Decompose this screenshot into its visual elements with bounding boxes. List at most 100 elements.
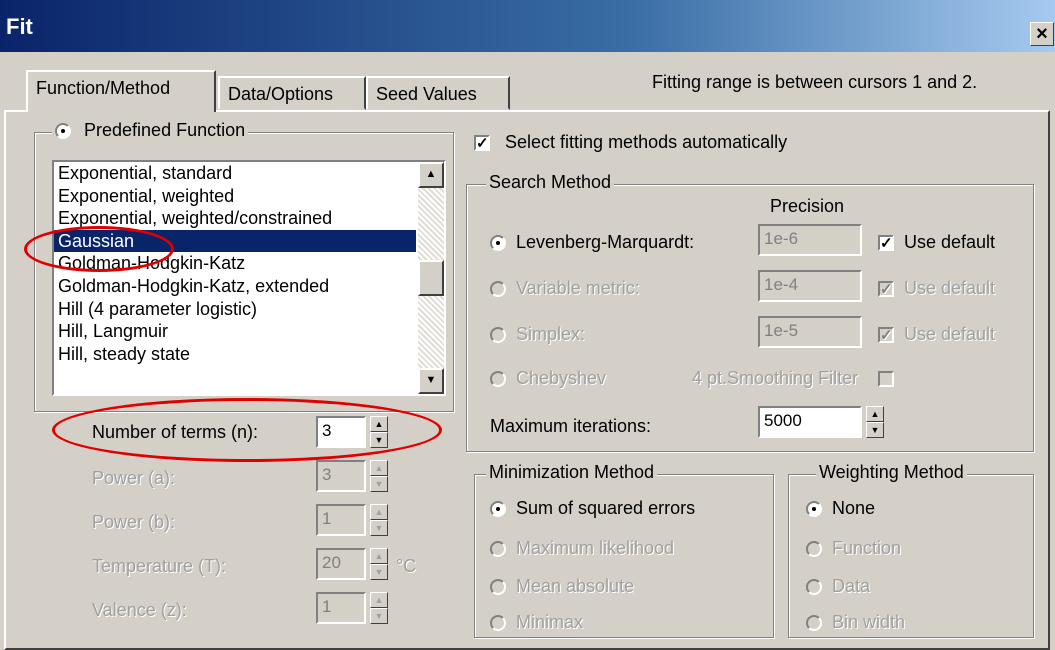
- tab-seed-values[interactable]: Seed Values: [366, 76, 510, 110]
- down-icon[interactable]: ▼: [370, 476, 388, 492]
- none-label: None: [832, 498, 876, 518]
- simplex-radio[interactable]: [490, 327, 506, 344]
- valence-input[interactable]: 1: [316, 592, 366, 624]
- min-option-sse[interactable]: Sum of squared errors: [490, 498, 695, 519]
- precision-header: Precision: [770, 196, 845, 216]
- list-item-selected[interactable]: Gaussian: [54, 229, 416, 253]
- chebyshev-radio[interactable]: [490, 371, 506, 388]
- chebyshev-option[interactable]: Chebyshev: [490, 368, 606, 389]
- auto-select-option[interactable]: ✓ Select fitting methods automatically: [474, 132, 787, 153]
- list-item[interactable]: Goldman-Hodgkin-Katz, extended: [54, 275, 416, 298]
- auto-select-label: Select fitting methods automatically: [505, 132, 788, 152]
- none-radio[interactable]: [806, 501, 822, 518]
- weight-option-function[interactable]: Function: [806, 538, 901, 559]
- window-title: Fit: [6, 14, 33, 39]
- likelihood-label: Maximum likelihood: [516, 538, 675, 558]
- tab-function-method[interactable]: Function/Method: [26, 70, 216, 112]
- lm-radio[interactable]: [490, 235, 506, 252]
- smoothing-filter-option[interactable]: [878, 368, 894, 389]
- auto-select-checkbox[interactable]: ✓: [474, 135, 490, 152]
- vm-label: Variable metric:: [516, 278, 640, 298]
- simplex-default-checkbox[interactable]: ✓: [878, 327, 894, 344]
- down-icon[interactable]: ▼: [370, 432, 388, 448]
- up-icon[interactable]: ▲: [370, 416, 388, 432]
- lm-option[interactable]: Levenberg-Marquardt:: [490, 232, 694, 253]
- scroll-down-icon[interactable]: ▼: [418, 368, 444, 394]
- temperature-stepper[interactable]: ▲ ▼: [370, 548, 388, 580]
- power-b-stepper[interactable]: ▲ ▼: [370, 504, 388, 536]
- likelihood-radio[interactable]: [490, 541, 506, 558]
- list-scrollbar[interactable]: ▲ ▼: [418, 162, 444, 394]
- mean-absolute-label: Mean absolute: [516, 576, 635, 596]
- lm-precision-input[interactable]: 1e-6: [758, 224, 862, 256]
- terms-stepper[interactable]: ▲ ▼: [370, 416, 388, 448]
- up-icon[interactable]: ▲: [866, 406, 884, 422]
- mean-absolute-radio[interactable]: [490, 579, 506, 596]
- function-list[interactable]: Exponential, standard Exponential, weigh…: [52, 160, 446, 396]
- lm-use-default[interactable]: ✓ Use default: [878, 232, 995, 253]
- vm-precision-input[interactable]: 1e-4: [758, 270, 862, 302]
- search-method-group: [466, 184, 1034, 452]
- valence-stepper[interactable]: ▲ ▼: [370, 592, 388, 624]
- list-item[interactable]: Exponential, weighted/constrained: [54, 207, 416, 230]
- temperature-unit: °C: [396, 556, 417, 576]
- lm-default-label: Use default: [904, 232, 996, 252]
- simplex-precision-input[interactable]: 1e-5: [758, 316, 862, 348]
- list-item[interactable]: Hill, Langmuir: [54, 320, 416, 343]
- scroll-up-icon[interactable]: ▲: [418, 162, 444, 188]
- chebyshev-label: Chebyshev: [516, 368, 607, 388]
- lm-default-checkbox[interactable]: ✓: [878, 235, 894, 252]
- simplex-option[interactable]: Simplex:: [490, 324, 585, 345]
- close-icon[interactable]: ×: [1030, 22, 1054, 46]
- up-icon[interactable]: ▲: [370, 592, 388, 608]
- down-icon[interactable]: ▼: [866, 422, 884, 438]
- scroll-thumb[interactable]: [418, 260, 444, 296]
- valence-label: Valence (z):: [92, 600, 187, 620]
- vm-default-checkbox[interactable]: ✓: [878, 281, 894, 298]
- down-icon[interactable]: ▼: [370, 608, 388, 624]
- max-iterations-stepper[interactable]: ▲ ▼: [866, 406, 884, 438]
- up-icon[interactable]: ▲: [370, 548, 388, 564]
- max-iterations-label: Maximum iterations:: [490, 416, 652, 436]
- power-a-label: Power (a):: [92, 468, 176, 488]
- weight-option-none[interactable]: None: [806, 498, 875, 519]
- list-item[interactable]: Hill, steady state: [54, 343, 416, 366]
- vm-option[interactable]: Variable metric:: [490, 278, 640, 299]
- predefined-function-option[interactable]: Predefined Function: [52, 120, 249, 141]
- sse-radio[interactable]: [490, 501, 506, 518]
- down-icon[interactable]: ▼: [370, 520, 388, 536]
- tab-data-options[interactable]: Data/Options: [218, 76, 366, 110]
- up-icon[interactable]: ▲: [370, 460, 388, 476]
- vm-radio[interactable]: [490, 281, 506, 298]
- down-icon[interactable]: ▼: [370, 564, 388, 580]
- list-item[interactable]: Exponential, standard: [54, 162, 416, 185]
- min-option-minimax[interactable]: Minimax: [490, 612, 583, 633]
- weight-option-bin-width[interactable]: Bin width: [806, 612, 905, 633]
- data-label: Data: [832, 576, 871, 596]
- power-a-stepper[interactable]: ▲ ▼: [370, 460, 388, 492]
- smoothing-filter-checkbox[interactable]: [878, 371, 894, 388]
- power-a-input[interactable]: 3: [316, 460, 366, 492]
- min-option-likelihood[interactable]: Maximum likelihood: [490, 538, 674, 559]
- max-iterations-input[interactable]: 5000: [758, 406, 862, 438]
- power-b-input[interactable]: 1: [316, 504, 366, 536]
- simplex-use-default[interactable]: ✓ Use default: [878, 324, 995, 345]
- lm-label: Levenberg-Marquardt:: [516, 232, 695, 252]
- up-icon[interactable]: ▲: [370, 504, 388, 520]
- tab-label: Function/Method: [36, 78, 171, 98]
- list-item[interactable]: Exponential, weighted: [54, 185, 416, 208]
- min-option-mean-absolute[interactable]: Mean absolute: [490, 576, 634, 597]
- list-item[interactable]: Hill (4 parameter logistic): [54, 298, 416, 321]
- list-item[interactable]: Goldman-Hodgkin-Katz: [54, 252, 416, 275]
- weight-option-data[interactable]: Data: [806, 576, 870, 597]
- simplex-default-label: Use default: [904, 324, 996, 344]
- predefined-radio[interactable]: [55, 123, 71, 140]
- minimax-radio[interactable]: [490, 615, 506, 632]
- function-radio[interactable]: [806, 541, 822, 558]
- temperature-input[interactable]: 20: [316, 548, 366, 580]
- bin-width-radio[interactable]: [806, 615, 822, 632]
- tab-label: Data/Options: [228, 84, 334, 104]
- vm-use-default[interactable]: ✓ Use default: [878, 278, 995, 299]
- terms-input[interactable]: 3: [316, 416, 366, 448]
- data-radio[interactable]: [806, 579, 822, 596]
